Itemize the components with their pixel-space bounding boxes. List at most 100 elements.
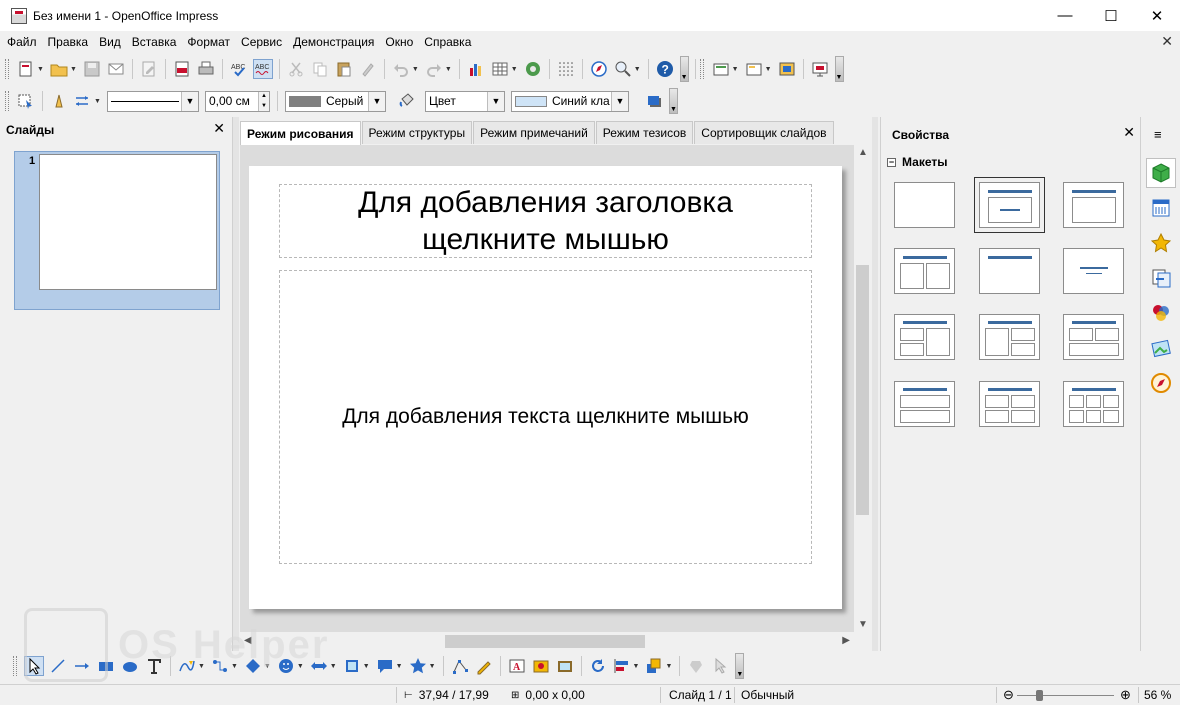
- toolbar-options-icon[interactable]: ▼: [735, 653, 745, 679]
- callouts-dropdown-icon[interactable]: ▼: [396, 663, 403, 670]
- scroll-down-icon[interactable]: ▼: [858, 619, 868, 630]
- cut-icon[interactable]: [286, 59, 306, 79]
- clone-formatting-icon[interactable]: [358, 59, 378, 79]
- select-icon[interactable]: [16, 91, 36, 111]
- collapse-icon[interactable]: −: [887, 157, 896, 167]
- layout-title-4content[interactable]: [979, 381, 1040, 427]
- menu-insert[interactable]: Вставка: [132, 35, 177, 49]
- menu-slideshow[interactable]: Демонстрация: [293, 35, 374, 49]
- autospellcheck-icon[interactable]: ABC: [252, 59, 273, 79]
- interaction-icon[interactable]: [710, 656, 730, 676]
- area-style-select[interactable]: Цвет ▼: [424, 90, 505, 112]
- layout-title-slide[interactable]: [974, 177, 1045, 233]
- tab-normal[interactable]: Режим рисования: [240, 121, 361, 145]
- toolbar-options-icon[interactable]: ▼: [834, 56, 844, 82]
- close-icon[interactable]: ✕: [1123, 124, 1135, 141]
- menu-window[interactable]: Окно: [385, 35, 413, 49]
- arrange-icon[interactable]: [644, 656, 664, 676]
- gallery-icon[interactable]: [1146, 333, 1176, 363]
- redo-dropdown-icon[interactable]: ▼: [445, 66, 452, 73]
- table-icon[interactable]: [490, 59, 510, 79]
- custom-animation-icon[interactable]: [1146, 228, 1176, 258]
- zoom-icon[interactable]: [613, 59, 633, 79]
- styles-formatting-icon[interactable]: [1146, 298, 1176, 328]
- arrange-dropdown-icon[interactable]: ▼: [665, 663, 672, 670]
- layout-title-2content-content[interactable]: [894, 314, 955, 360]
- menu-tools[interactable]: Сервис: [241, 35, 282, 49]
- toolbar-grip[interactable]: [13, 656, 17, 676]
- menu-view[interactable]: Вид: [99, 35, 121, 49]
- chevron-down-icon[interactable]: ▼: [180, 91, 198, 111]
- close-document-icon[interactable]: ✕: [1161, 33, 1173, 50]
- slide-icon[interactable]: [711, 59, 731, 79]
- alignment-dropdown-icon[interactable]: ▼: [633, 663, 640, 670]
- horizontal-scroll-thumb[interactable]: [445, 635, 645, 648]
- master-pages-icon[interactable]: [1146, 193, 1176, 223]
- print-icon[interactable]: [196, 59, 216, 79]
- slide-design-icon[interactable]: [777, 59, 797, 79]
- body-placeholder[interactable]: Для добавления текста щелкните мышью: [279, 270, 812, 564]
- paste-icon[interactable]: [334, 59, 354, 79]
- close-icon[interactable]: ✕: [213, 120, 225, 137]
- vertical-scrollbar[interactable]: ▲ ▼: [854, 145, 871, 632]
- edit-file-icon[interactable]: [139, 59, 159, 79]
- layout-title-2content-over-content[interactable]: [1063, 314, 1124, 360]
- area-fill-select[interactable]: Синий кла ▼: [510, 90, 629, 112]
- maximize-button[interactable]: ☐: [1088, 0, 1134, 31]
- scroll-right-icon[interactable]: ▶: [842, 635, 850, 646]
- points-icon[interactable]: [450, 656, 470, 676]
- copy-icon[interactable]: [310, 59, 330, 79]
- layouts-section-header[interactable]: − Макеты: [887, 155, 947, 169]
- menu-edit[interactable]: Правка: [48, 35, 89, 49]
- zoom-slider-handle[interactable]: [1035, 690, 1043, 701]
- tab-outline[interactable]: Режим структуры: [361, 121, 473, 144]
- tab-notes[interactable]: Режим примечаний: [473, 121, 595, 144]
- arrow-style-dropdown-icon[interactable]: ▼: [94, 98, 101, 105]
- navigator-panel-icon[interactable]: [1146, 368, 1176, 398]
- navigator-icon[interactable]: [589, 59, 609, 79]
- shadow-icon[interactable]: [644, 91, 664, 111]
- slide-thumbnail-1[interactable]: 1: [14, 151, 220, 310]
- gallery-tool-icon[interactable]: [555, 656, 575, 676]
- slide-transition-icon[interactable]: [1146, 263, 1176, 293]
- line-width-stepper[interactable]: ▲ ▼: [257, 91, 269, 111]
- right-splitter[interactable]: [872, 117, 878, 651]
- menu-file[interactable]: Файл: [7, 35, 37, 49]
- alignment-icon[interactable]: [612, 656, 632, 676]
- new-dropdown-icon[interactable]: ▼: [37, 66, 44, 73]
- glue-points-icon[interactable]: [474, 656, 494, 676]
- zoom-dropdown-icon[interactable]: ▼: [634, 66, 641, 73]
- stars-icon[interactable]: [408, 656, 428, 676]
- properties-deck-icon[interactable]: [1146, 158, 1176, 188]
- open-dropdown-icon[interactable]: ▼: [70, 66, 77, 73]
- zoom-percentage[interactable]: 56 %: [1144, 688, 1171, 702]
- layout-title-content-over-content[interactable]: [894, 381, 955, 427]
- undo-icon[interactable]: [391, 59, 411, 79]
- slide-dropdown-icon[interactable]: ▼: [732, 66, 739, 73]
- stars-dropdown-icon[interactable]: ▼: [429, 663, 436, 670]
- layout-title-only[interactable]: [979, 248, 1040, 294]
- chevron-down-icon[interactable]: ▼: [367, 91, 385, 111]
- layout-dropdown-icon[interactable]: ▼: [765, 66, 772, 73]
- layout-title-content-2content[interactable]: [979, 314, 1040, 360]
- redo-icon[interactable]: [424, 59, 444, 79]
- block-arrows-dropdown-icon[interactable]: ▼: [330, 663, 337, 670]
- layout-title-6content[interactable]: [1063, 381, 1124, 427]
- open-folder-icon[interactable]: [49, 59, 69, 79]
- toolbar-options-icon[interactable]: ▼: [679, 56, 689, 82]
- title-placeholder[interactable]: Для добавления заголовка щелкните мышью: [279, 184, 812, 258]
- show-draw-functions-icon[interactable]: [523, 59, 543, 79]
- chart-icon[interactable]: [466, 59, 486, 79]
- slide-show-icon[interactable]: [810, 59, 830, 79]
- rotate-icon[interactable]: [588, 656, 608, 676]
- tab-slide-sorter[interactable]: Сортировщик слайдов: [694, 121, 834, 144]
- scroll-up-icon[interactable]: ▲: [858, 147, 868, 158]
- table-dropdown-icon[interactable]: ▼: [511, 66, 518, 73]
- zoom-out-icon[interactable]: ⊖: [1003, 687, 1014, 703]
- toolbar-grip[interactable]: [5, 91, 9, 111]
- vertical-scroll-thumb[interactable]: [856, 265, 869, 515]
- layout-centered-text[interactable]: [1063, 248, 1124, 294]
- spellcheck-icon[interactable]: ABC: [229, 59, 249, 79]
- line-width-field[interactable]: 0,00 см ▲ ▼: [204, 90, 270, 112]
- line-color-select[interactable]: Серый ▼: [284, 90, 386, 112]
